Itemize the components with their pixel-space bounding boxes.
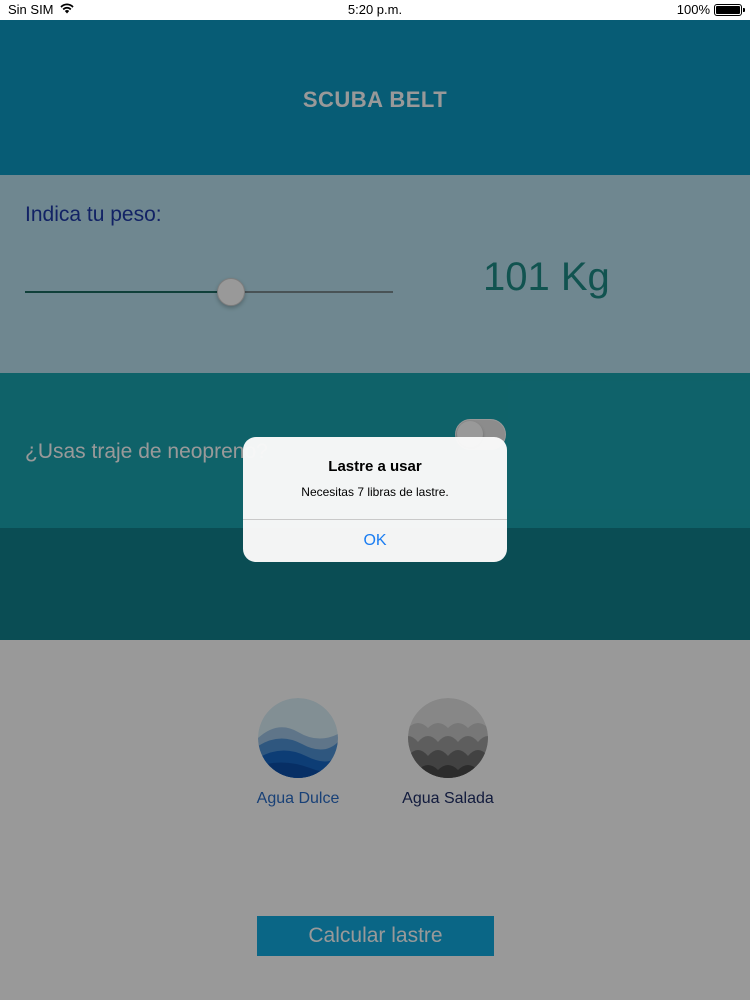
status-right: 100% bbox=[676, 2, 745, 17]
app-screen: Sin SIM 5:20 p.m. 100% SCUBA BELT Indica… bbox=[0, 0, 750, 1000]
status-time: 5:20 p.m. bbox=[347, 2, 403, 17]
alert-ok-button[interactable]: OK bbox=[243, 520, 507, 562]
alert-title: Lastre a usar bbox=[328, 458, 422, 475]
alert-message: Necesitas 7 libras de lastre. bbox=[301, 485, 449, 499]
battery-percent: 100% bbox=[676, 2, 710, 17]
battery-icon bbox=[714, 3, 745, 16]
alert-dialog: Lastre a usar Necesitas 7 libras de last… bbox=[243, 437, 507, 562]
status-bar: Sin SIM 5:20 p.m. 100% bbox=[0, 0, 750, 20]
